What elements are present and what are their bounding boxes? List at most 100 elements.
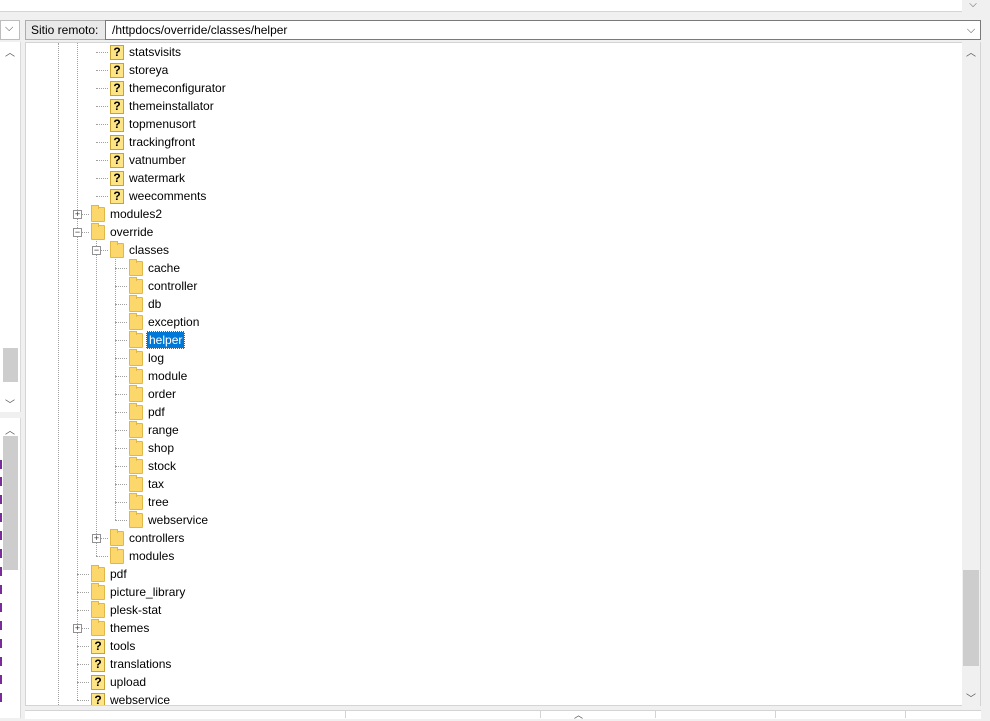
expand-icon[interactable]: + (73, 624, 82, 633)
tree-item[interactable]: module (26, 367, 956, 385)
tree-connector (115, 322, 127, 323)
scroll-up-icon[interactable]: ︿ (2, 422, 18, 437)
scroll-up-icon[interactable]: ︿ (962, 44, 980, 59)
column-separator[interactable] (775, 711, 776, 718)
tree-item[interactable]: pdf (26, 403, 956, 421)
question-icon: ? (110, 117, 124, 132)
expand-icon[interactable]: + (92, 534, 101, 543)
tree-item[interactable]: ? vatnumber (26, 151, 956, 169)
chevron-down-icon[interactable]: ⌵ (962, 21, 980, 39)
tree-item[interactable]: cache (26, 259, 956, 277)
tree-item[interactable]: modules (26, 547, 956, 565)
expand-icon[interactable]: + (73, 210, 82, 219)
tree-item[interactable]: tree (26, 493, 956, 511)
tree-item[interactable]: − override (26, 223, 956, 241)
tree-item[interactable]: ? topmenusort (26, 115, 956, 133)
tree-item[interactable]: order (26, 385, 956, 403)
tree-item[interactable]: ? webservice (26, 691, 956, 706)
tree-item[interactable]: ? tools (26, 637, 956, 655)
tree-item-label: picture_library (110, 585, 186, 599)
tree-item[interactable]: exception (26, 313, 956, 331)
tree-item[interactable]: + controllers (26, 529, 956, 547)
collapse-icon[interactable]: − (73, 228, 82, 237)
tree-item[interactable]: tax (26, 475, 956, 493)
scroll-down-icon[interactable]: ﹀ (962, 690, 980, 705)
scroll-down-icon[interactable]: ﹀ (2, 396, 18, 411)
tree-item[interactable]: ? statsvisits (26, 43, 956, 61)
tree-item[interactable]: db (26, 295, 956, 313)
folder-icon (129, 439, 143, 456)
tree-item[interactable]: webservice (26, 511, 956, 529)
tree-connector (115, 340, 127, 341)
tree-item[interactable]: ? watermark (26, 169, 956, 187)
tree-item[interactable]: pdf (26, 565, 956, 583)
folder-icon (129, 277, 143, 294)
remote-tree-scroll-thumb[interactable] (963, 570, 979, 666)
tree-item[interactable]: + themes (26, 619, 956, 637)
tree-item[interactable]: ? weecomments (26, 187, 956, 205)
remote-directory-tree[interactable]: ? statsvisits? storeya? themeconfigurator? t… (25, 42, 981, 706)
tree-connector (115, 358, 127, 359)
column-separator[interactable] (540, 711, 541, 718)
tree-connector (115, 484, 127, 485)
folder-icon (110, 529, 124, 546)
tree-item-label: tools (110, 639, 136, 653)
folder-icon (129, 385, 143, 402)
tree-item[interactable]: controller (26, 277, 956, 295)
chevron-down-icon: ⌵ (5, 22, 14, 34)
tree-item-label: stock (148, 459, 177, 473)
tree-connector (77, 700, 89, 701)
tree-item-label: module (148, 369, 188, 383)
folder-icon (129, 475, 143, 492)
tree-item-label: plesk-stat (110, 603, 162, 617)
question-icon: ? (91, 639, 105, 654)
local-site-dropdown[interactable]: ⌵ (0, 20, 20, 40)
tree-item-label: order (148, 387, 177, 401)
scroll-up-icon[interactable]: ︿ (2, 44, 18, 59)
tree-connector (96, 160, 108, 161)
column-separator[interactable] (345, 711, 346, 718)
scroll-down-icon[interactable]: ⌵ (962, 0, 984, 14)
folder-icon (91, 205, 105, 222)
tree-connector (77, 664, 89, 665)
local-tree-scroll-thumb[interactable] (3, 348, 18, 382)
tree-item-label: tree (148, 495, 169, 509)
tree-connector (96, 106, 108, 107)
folder-icon (129, 457, 143, 474)
tree-item[interactable]: range (26, 421, 956, 439)
tree-item[interactable]: ? storeya (26, 61, 956, 79)
question-icon: ? (91, 657, 105, 672)
tree-item-label: webservice (110, 693, 171, 706)
tree-connector (96, 178, 108, 179)
tree-item-label: modules (129, 549, 175, 563)
tree-item-label: helper (146, 331, 186, 349)
tree-item[interactable]: ? themeconfigurator (26, 79, 956, 97)
tree-item[interactable]: picture_library (26, 583, 956, 601)
tree-item[interactable]: shop (26, 439, 956, 457)
tree-item[interactable]: stock (26, 457, 956, 475)
tree-item[interactable]: log (26, 349, 956, 367)
tree-item[interactable]: − classes (26, 241, 956, 259)
folder-icon (91, 601, 105, 618)
tree-item[interactable]: + modules2 (26, 205, 956, 223)
local-file-list-scroll-thumb[interactable] (3, 436, 18, 570)
tree-item[interactable]: plesk-stat (26, 601, 956, 619)
tree-item-label: cache (148, 261, 181, 275)
tree-item[interactable]: ? upload (26, 673, 956, 691)
question-icon: ? (110, 153, 124, 168)
tree-item-label: classes (129, 243, 170, 257)
tree-connector (96, 88, 108, 89)
tree-connector (77, 682, 89, 683)
tree-connector (77, 610, 89, 611)
tree-connector (115, 268, 127, 269)
folder-icon (91, 223, 105, 240)
tree-item[interactable]: helper (26, 331, 956, 349)
tree-item[interactable]: ? trackingfront (26, 133, 956, 151)
column-separator[interactable] (655, 711, 656, 718)
collapse-icon[interactable]: − (92, 246, 101, 255)
remote-path-field[interactable]: /httpdocs/override/classes/helper (105, 20, 981, 40)
tree-item[interactable]: ? themeinstallator (26, 97, 956, 115)
tree-connector (77, 574, 89, 575)
tree-item[interactable]: ? translations (26, 655, 956, 673)
column-separator[interactable] (905, 711, 906, 718)
